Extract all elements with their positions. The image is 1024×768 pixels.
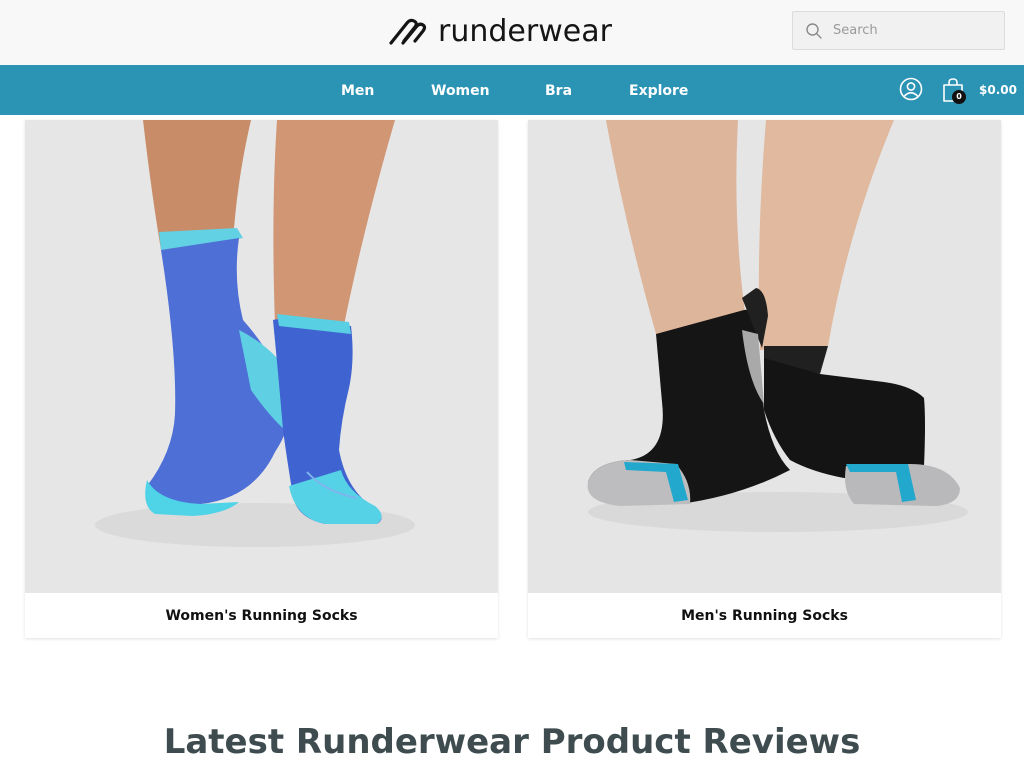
womens-socks-label: Women's Running Socks — [165, 608, 358, 624]
nav-item-women[interactable]: Women — [431, 65, 490, 115]
search-input[interactable] — [833, 23, 993, 38]
nav-item-men[interactable]: Men — [341, 65, 374, 115]
cart-button[interactable]: 0 — [942, 77, 968, 105]
logo-mark-icon — [389, 18, 427, 45]
search-box[interactable] — [792, 11, 1005, 50]
mens-socks-label: Men's Running Socks — [681, 608, 848, 624]
reviews-heading: Latest Runderwear Product Reviews — [163, 722, 861, 762]
nav-item-bra[interactable]: Bra — [545, 65, 572, 115]
category-card-mens-socks[interactable]: Men's Running Socks — [528, 120, 1001, 638]
search-icon — [806, 22, 822, 39]
cart-count-badge: 0 — [952, 90, 966, 104]
main-nav: Men Women Bra Explore 0 $0.00 — [0, 65, 1024, 115]
nav-item-explore[interactable]: Explore — [629, 65, 688, 115]
user-circle-icon[interactable] — [899, 77, 923, 101]
brand-name: runderwear — [438, 14, 612, 49]
cart-total[interactable]: $0.00 — [979, 65, 1017, 115]
category-card-womens-socks[interactable]: Women's Running Socks — [25, 120, 498, 638]
womens-socks-image — [25, 120, 498, 593]
brand-logo[interactable]: runderwear — [388, 14, 612, 50]
site-header: runderwear — [0, 0, 1024, 65]
mens-socks-image — [528, 120, 1001, 593]
